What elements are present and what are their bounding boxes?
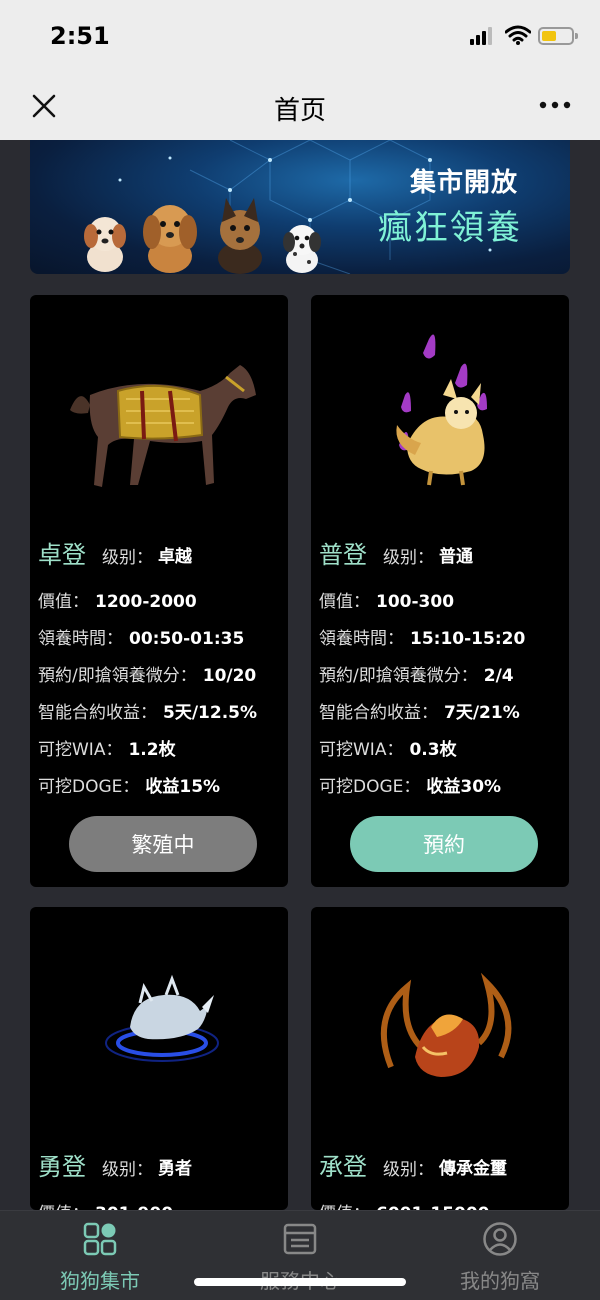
reserve-points-row: 預約/即搶領養微分： 10/20: [38, 661, 256, 686]
mine-doge-label: 可挖DOGE：: [319, 777, 421, 797]
value-label: 價值：: [319, 592, 370, 612]
value-row: 價值： 1200-2000: [38, 587, 197, 612]
dog-1: [84, 217, 126, 272]
dog-2: [143, 205, 197, 273]
value-row: 價值： 100-300: [319, 587, 454, 612]
reserve-points-value: 10/20: [202, 666, 257, 686]
adopt-time-label: 領養時間：: [38, 629, 123, 649]
fox-spirit-image: [396, 334, 487, 486]
page-title: 首页: [273, 96, 326, 126]
battery-icon: [538, 27, 578, 45]
contract-income-row: 智能合約收益： 5天/12.5%: [38, 698, 257, 723]
status-time: 2:51: [50, 22, 110, 50]
level-value: 普通: [439, 547, 473, 567]
mine-wia-value: 0.3枚: [409, 740, 457, 760]
pet-card[interactable]: 普登 级别： 普通 價值： 100-300 領養時間： 15:10-15:20 預約…: [311, 295, 569, 887]
pet-card[interactable]: 承登 级别： 傳承金璽 價值：6001-15000: [311, 907, 569, 1210]
contract-income-value: 5天/12.5%: [163, 703, 258, 723]
breeding-button[interactable]: 繁殖中: [69, 816, 257, 872]
reserve-button[interactable]: 預約: [350, 816, 538, 872]
contract-income-label: 智能合約收益：: [38, 703, 157, 723]
more-icon[interactable]: [538, 100, 572, 110]
reserve-points-label: 預約/即搶領養微分：: [319, 666, 478, 686]
mine-doge-value: 收益30%: [426, 777, 502, 797]
tab-label: 我的狗窩: [460, 1269, 540, 1293]
pet-card[interactable]: 勇登 级别： 勇者 價值：301-900: [30, 907, 288, 1210]
dog-3: [218, 198, 262, 274]
rhino-image: [105, 974, 219, 1062]
user-icon: [483, 1222, 517, 1256]
level-label: 级别：: [383, 1160, 434, 1180]
card-name: 承登: [319, 1153, 367, 1181]
value-row: 價值：6001-15000: [319, 1199, 490, 1210]
signal-icon: [470, 27, 496, 45]
level-value: 傳承金璽: [439, 1159, 507, 1179]
promo-banner[interactable]: 集市開放 瘋狂領養: [30, 140, 570, 274]
banner-title: 集市開放: [409, 168, 518, 198]
dogs-illustration: [84, 198, 321, 274]
reserve-points-value: 2/4: [483, 666, 514, 686]
contract-income-row: 智能合約收益： 7天/21%: [319, 698, 520, 723]
tab-dog-market[interactable]: 狗狗集市: [0, 1211, 200, 1300]
horse-image: [70, 365, 256, 487]
level-label: 级别：: [102, 1160, 153, 1180]
mine-wia-row: 可挖WIA： 1.2枚: [38, 735, 176, 760]
card-name: 卓登: [38, 541, 86, 569]
level-value: 卓越: [158, 547, 192, 567]
adopt-time-row: 領養時間： 00:50-01:35: [38, 624, 244, 649]
tab-service-center[interactable]: 服務中心: [200, 1211, 400, 1300]
adopt-time-row: 領養時間： 15:10-15:20: [319, 624, 525, 649]
banner-subtitle: 瘋狂領養: [378, 208, 522, 248]
value-label: 價值：: [38, 592, 89, 612]
reserve-points-label: 預約/即搶領養微分：: [38, 666, 197, 686]
level-label: 级别：: [102, 548, 153, 568]
mine-wia-value: 1.2枚: [128, 740, 176, 760]
fire-beast-image: [380, 972, 512, 1077]
card-name: 普登: [319, 541, 367, 569]
value-value: 1200-2000: [95, 592, 197, 612]
contract-income-value: 7天/21%: [444, 703, 520, 723]
wifi-icon: [505, 25, 531, 45]
adopt-time-value: 00:50-01:35: [129, 629, 245, 649]
level-label: 级别：: [383, 548, 434, 568]
pet-card[interactable]: 卓登 级别： 卓越 價值： 1200-2000 領養時間： 00:50-01:35 …: [30, 295, 288, 887]
home-indicator[interactable]: [194, 1278, 406, 1286]
mine-doge-row: 可挖DOGE： 收益15%: [38, 772, 220, 797]
value-row: 價值：301-900: [38, 1199, 173, 1210]
tab-bar: 狗狗集市 服務中心 我的狗窩: [0, 1210, 600, 1300]
mine-wia-label: 可挖WIA：: [319, 740, 404, 760]
adopt-time-value: 15:10-15:20: [410, 629, 526, 649]
document-icon: [283, 1223, 317, 1255]
level-value: 勇者: [158, 1159, 192, 1179]
mine-doge-label: 可挖DOGE：: [38, 777, 140, 797]
contract-income-label: 智能合約收益：: [319, 703, 438, 723]
mine-doge-value: 收益15%: [145, 777, 221, 797]
card-name: 勇登: [38, 1153, 86, 1181]
adopt-time-label: 領養時間：: [319, 629, 404, 649]
dog-4: [283, 225, 321, 273]
nav-bar: 首页: [0, 70, 600, 140]
status-bar: 2:51: [0, 0, 600, 70]
value-value: 100-300: [376, 592, 455, 612]
mine-wia-row: 可挖WIA： 0.3枚: [319, 735, 457, 760]
reserve-points-row: 預約/即搶領養微分： 2/4: [319, 661, 514, 686]
grid-icon: [83, 1222, 117, 1256]
tab-my-kennel[interactable]: 我的狗窩: [400, 1211, 600, 1300]
mine-doge-row: 可挖DOGE： 收益30%: [319, 772, 501, 797]
tab-label: 狗狗集市: [60, 1269, 140, 1293]
mine-wia-label: 可挖WIA：: [38, 740, 123, 760]
